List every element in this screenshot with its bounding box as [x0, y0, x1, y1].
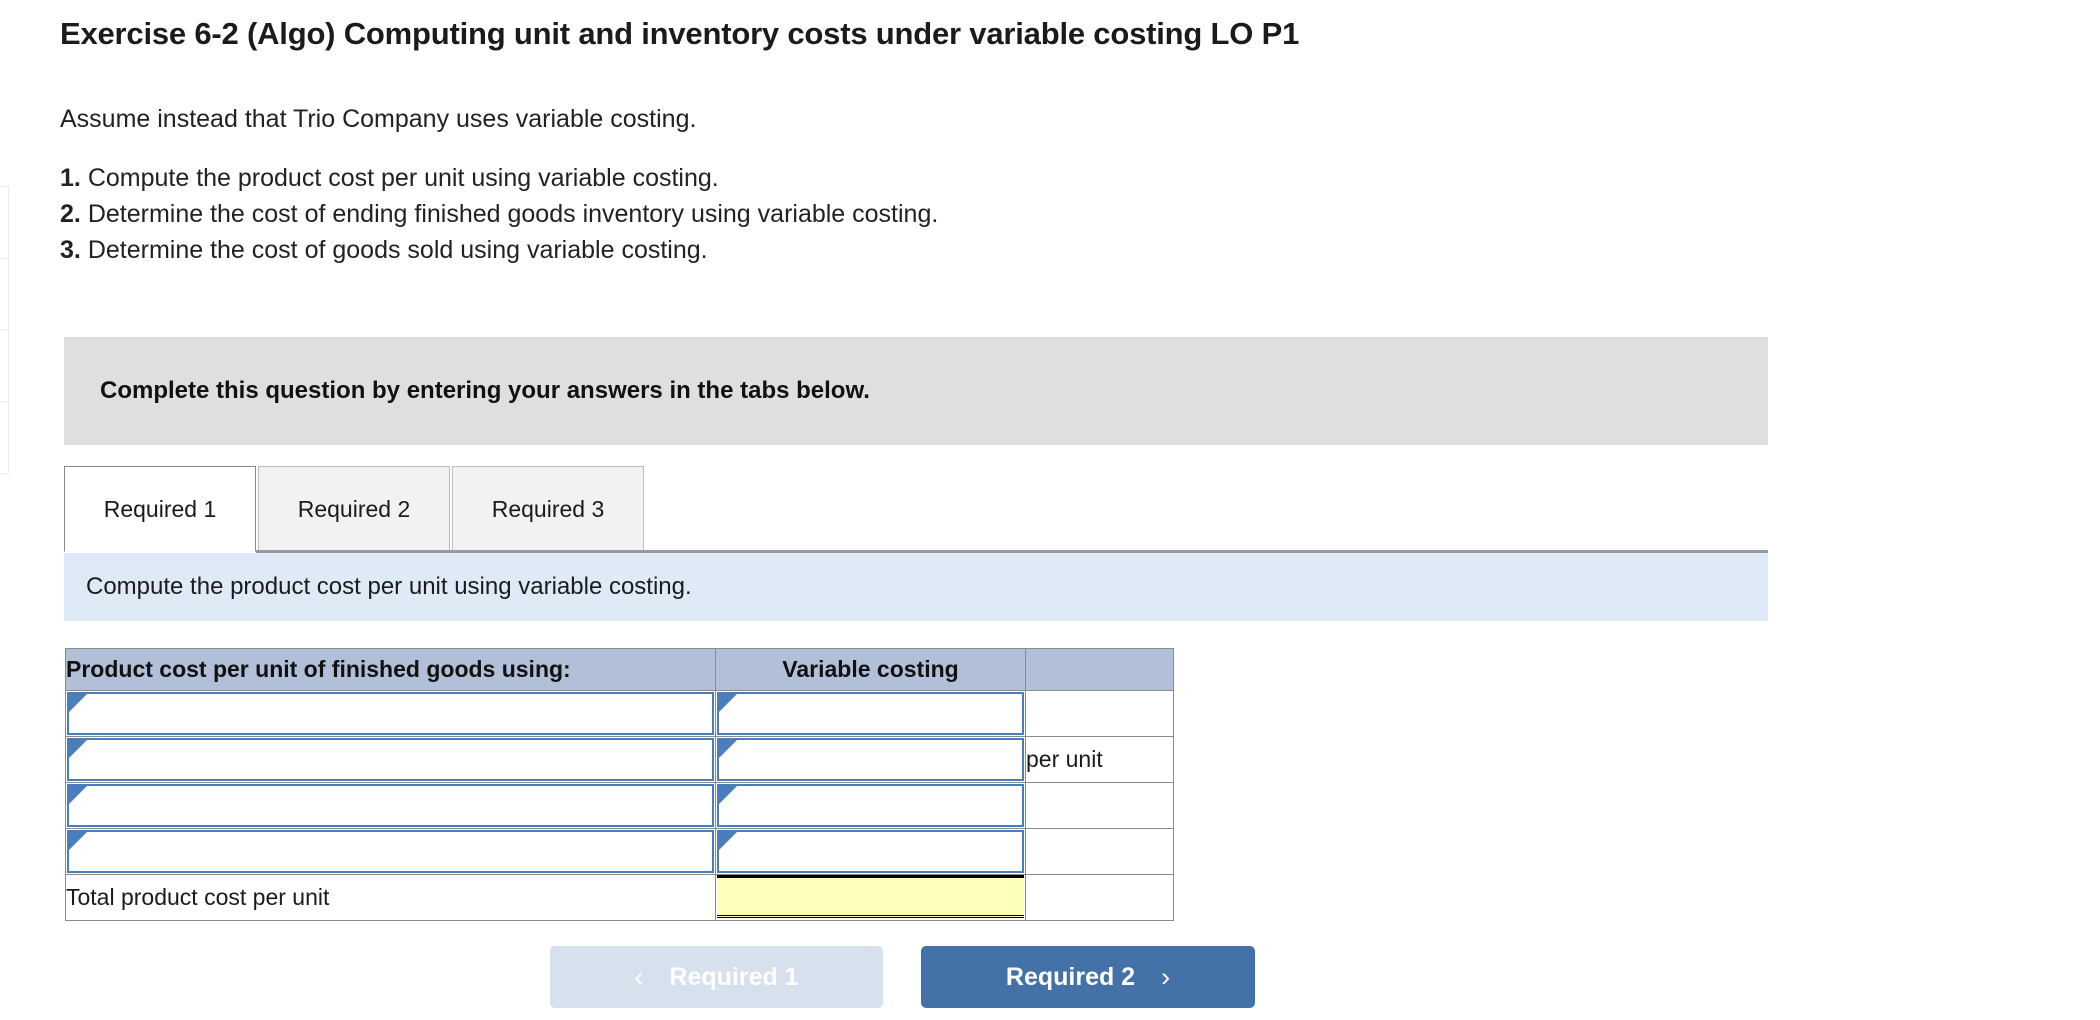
cost-item-select-3[interactable] [65, 782, 716, 829]
requirement-number: 2. [60, 200, 81, 229]
cost-item-select-1[interactable] [65, 690, 716, 737]
next-required-button[interactable]: Required 2 › [921, 946, 1255, 1008]
chevron-left-icon: ‹ [634, 961, 644, 992]
requirement-number: 3. [60, 236, 81, 265]
chevron-right-icon: › [1161, 961, 1171, 992]
cost-amount-select-1[interactable] [715, 690, 1026, 737]
dropdown-field[interactable] [67, 738, 714, 781]
answer-table-body: per unit Total product cost per unit [65, 690, 1174, 921]
cost-amount-select-3[interactable] [715, 782, 1026, 829]
edge-divider [0, 259, 8, 330]
answer-table-container: Product cost per unit of finished goods … [65, 648, 1174, 921]
total-input-field[interactable] [717, 875, 1024, 918]
edge-divider [0, 330, 8, 402]
exercise-page: Exercise 6-2 (Algo) Computing unit and i… [0, 0, 2100, 1008]
page-title: Exercise 6-2 (Algo) Computing unit and i… [60, 16, 1300, 51]
total-unit-label [1025, 874, 1174, 921]
unit-label-4 [1025, 828, 1174, 875]
table-row [65, 782, 1174, 829]
cost-item-select-2[interactable] [65, 736, 716, 783]
requirement-text: Compute the product cost per unit using … [87, 164, 719, 193]
dropdown-field[interactable] [67, 784, 714, 827]
requirement-number: 1. [60, 164, 81, 193]
tab-navigation: ‹ Required 1 Required 2 › [550, 946, 1255, 1008]
tab-required-3[interactable]: Required 3 [452, 466, 644, 552]
tab-prompt-text: Compute the product cost per unit using … [86, 573, 692, 600]
requirement-item: 1. Compute the product cost per unit usi… [60, 160, 2100, 196]
requirement-item: 2. Determine the cost of ending finished… [60, 196, 2100, 232]
instruction-callout-text: Complete this question by entering your … [100, 377, 870, 404]
dropdown-field[interactable] [717, 738, 1024, 781]
requirement-text: Determine the cost of ending finished go… [87, 200, 939, 229]
requirements-list: 1. Compute the product cost per unit usi… [0, 160, 2100, 268]
header-cost-label: Product cost per unit of finished goods … [65, 648, 716, 691]
requirement-item: 3. Determine the cost of goods sold usin… [60, 232, 2100, 268]
dropdown-field[interactable] [717, 692, 1024, 735]
table-row [65, 690, 1174, 737]
answer-table-head: Product cost per unit of finished goods … [65, 648, 1174, 691]
tab-required-1[interactable]: Required 1 [64, 466, 256, 552]
unit-label-3 [1025, 782, 1174, 829]
total-row-label: Total product cost per unit [65, 874, 716, 921]
prev-required-button[interactable]: ‹ Required 1 [550, 946, 883, 1008]
edge-divider [0, 402, 8, 474]
unit-label-1 [1025, 690, 1174, 737]
tab-prompt-bar: Compute the product cost per unit using … [64, 553, 1768, 621]
tab-label: Required 1 [103, 495, 217, 522]
dropdown-field[interactable] [717, 830, 1024, 873]
cost-item-select-4[interactable] [65, 828, 716, 875]
dropdown-field[interactable] [717, 784, 1024, 827]
tab-label: Required 2 [297, 495, 411, 522]
cost-amount-select-2[interactable] [715, 736, 1026, 783]
header-variable-costing: Variable costing [715, 648, 1026, 691]
table-row: per unit [65, 736, 1174, 783]
intro-text: Assume instead that Trio Company uses va… [60, 105, 697, 133]
prev-button-label: Required 1 [669, 962, 799, 991]
requirement-text: Determine the cost of goods sold using v… [87, 236, 708, 265]
dropdown-field[interactable] [67, 830, 714, 873]
instruction-callout: Complete this question by entering your … [64, 337, 1768, 445]
total-amount-cell[interactable] [715, 874, 1026, 921]
dropdown-field[interactable] [67, 692, 714, 735]
table-total-row: Total product cost per unit [65, 874, 1174, 921]
tab-underline [64, 550, 1768, 553]
unit-label-2: per unit [1025, 736, 1174, 783]
tab-required-2[interactable]: Required 2 [258, 466, 450, 552]
table-row [65, 828, 1174, 875]
required-tabs: Required 1 Required 2 Required 3 [64, 466, 1768, 552]
next-button-label: Required 2 [1005, 962, 1136, 991]
table-header-row: Product cost per unit of finished goods … [65, 648, 1174, 691]
tab-label: Required 3 [491, 495, 605, 522]
answer-table: Product cost per unit of finished goods … [65, 648, 1174, 921]
cost-amount-select-4[interactable] [715, 828, 1026, 875]
header-blank [1025, 648, 1174, 691]
